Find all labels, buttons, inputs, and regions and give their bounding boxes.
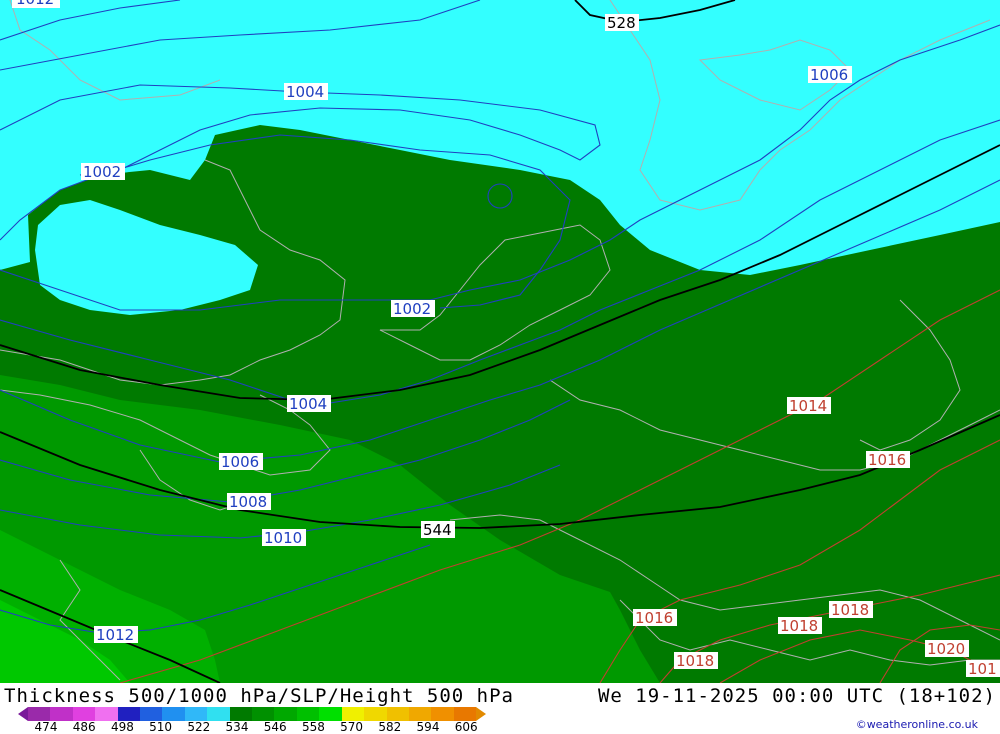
scale-swatch: [364, 707, 387, 721]
weather-map: 1012 528 1006 1004 1002 1002 1004 1006: [0, 0, 1000, 683]
scale-swatch: [408, 707, 432, 721]
scale-swatch: [431, 707, 454, 721]
scale-swatch: [50, 707, 73, 721]
isobar-label-1006: 1006: [219, 453, 263, 471]
scale-swatch: [319, 707, 342, 721]
scale-tick-label: 582: [378, 720, 402, 734]
svg-text:1012: 1012: [96, 626, 134, 644]
svg-text:1020: 1020: [927, 640, 965, 658]
scale-swatch: [341, 707, 365, 721]
svg-text:1016: 1016: [868, 451, 906, 469]
isobar-label-1016-s: 1016: [633, 609, 677, 627]
height-label-528: 528: [605, 14, 639, 32]
scale-swatch: [184, 707, 208, 721]
svg-text:1006: 1006: [810, 66, 848, 84]
credit-link[interactable]: ©weatheronline.co.uk: [856, 718, 978, 731]
isobar-label-edge: 101: [966, 660, 1000, 678]
svg-text:1002: 1002: [393, 300, 431, 318]
svg-text:544: 544: [423, 521, 452, 539]
isobar-label-1006-ne: 1006: [808, 66, 852, 84]
svg-text:1018: 1018: [676, 652, 714, 670]
svg-text:1006: 1006: [221, 453, 259, 471]
map-footer: Thickness 500/1000 hPa/SLP/Height 500 hP…: [0, 683, 1000, 734]
svg-text:1016: 1016: [635, 609, 673, 627]
scale-swatch: [229, 707, 253, 721]
svg-text:1014: 1014: [789, 397, 827, 415]
scale-swatch: [140, 707, 163, 721]
svg-text:1004: 1004: [286, 83, 324, 101]
isobar-label-1004-n: 1004: [284, 83, 328, 101]
scale-swatch: [207, 707, 230, 721]
isobar-label-1010: 1010: [262, 529, 306, 547]
isobar-label-1020: 1020: [925, 640, 969, 658]
scale-swatch: [252, 707, 275, 721]
scale-swatch: [117, 707, 141, 721]
height-label-544: 544: [421, 521, 455, 539]
scale-tick-label: 546: [263, 720, 287, 734]
label-top-left-partial: 1012: [12, 0, 60, 8]
isobar-label-1004-c: 1004: [287, 395, 331, 413]
scale-tick-label: 522: [187, 720, 211, 734]
forecast-datetime: We 19-11-2025 00:00 UTC (18+102): [597, 685, 996, 707]
scale-tick-label: 498: [110, 720, 134, 734]
scale-tick-label: 606: [454, 720, 478, 734]
svg-text:1008: 1008: [229, 493, 267, 511]
scale-swatch: [72, 707, 96, 721]
scale-swatch: [28, 707, 51, 721]
isobar-label-1014: 1014: [787, 397, 831, 415]
svg-text:1004: 1004: [289, 395, 327, 413]
isobar-label-1018-b: 1018: [778, 617, 822, 635]
isobar-label-1002-w: 1002: [81, 163, 125, 181]
scale-swatch: [162, 707, 185, 721]
map-title: Thickness 500/1000 hPa/SLP/Height 500 hP…: [4, 685, 514, 707]
isobar-label-1008: 1008: [227, 493, 271, 511]
color-scale: [28, 707, 477, 721]
scale-tick-label: 474: [34, 720, 58, 734]
scale-swatch: [296, 707, 320, 721]
scale-tick-label: 558: [301, 720, 325, 734]
svg-text:101: 101: [968, 660, 997, 678]
isobar-label-1018-c: 1018: [674, 652, 718, 670]
svg-text:528: 528: [607, 14, 636, 32]
scale-right-arrow-icon: [476, 707, 486, 721]
scale-ticks: 474 486 498 510 522 534 546 558 570 582 594 606: [28, 720, 508, 734]
isobar-label-1002-c: 1002: [391, 300, 435, 318]
isobar-label-1012: 1012: [94, 626, 138, 644]
scale-tick-label: 534: [225, 720, 249, 734]
scale-tick-label: 594: [416, 720, 440, 734]
svg-text:1018: 1018: [780, 617, 818, 635]
scale-tick-label: 570: [340, 720, 364, 734]
svg-text:1010: 1010: [264, 529, 302, 547]
svg-text:1012: 1012: [16, 0, 54, 8]
scale-tick-label: 486: [72, 720, 96, 734]
scale-swatch: [453, 707, 477, 721]
svg-text:1018: 1018: [831, 601, 869, 619]
scale-swatch: [95, 707, 118, 721]
scale-left-arrow-icon: [18, 707, 28, 721]
isobar-label-1016-e: 1016: [866, 451, 910, 469]
scale-swatch: [274, 707, 297, 721]
isobar-label-1018-a: 1018: [829, 601, 873, 619]
svg-text:1002: 1002: [83, 163, 121, 181]
scale-tick-label: 510: [149, 720, 173, 734]
scale-swatch: [386, 707, 409, 721]
